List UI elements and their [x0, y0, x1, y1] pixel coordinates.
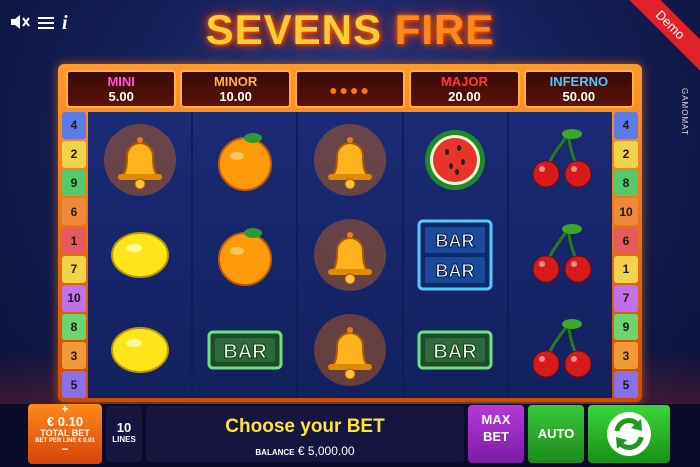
- balance: BALANCE € 5,000.00: [146, 444, 464, 458]
- jackpot-dots: ●●●●: [329, 82, 371, 98]
- svg-text:BAR: BAR: [436, 231, 475, 251]
- jackpot-name: MAJOR: [440, 74, 488, 89]
- max-bet-label-1: MAX: [481, 412, 511, 427]
- brand-label: GAMOMAT: [680, 88, 689, 136]
- bell-icon: [100, 120, 180, 200]
- payline-left-marker: 1: [62, 227, 86, 254]
- bar-icon: BAR: [205, 310, 285, 390]
- jackpot-bar: MINI 5.00 MINOR 10.00 ●●●● MAJOR 20.00 INFERNO 5…: [62, 70, 638, 108]
- payline-left-marker: 10: [62, 284, 86, 312]
- cherries-icon: [520, 215, 600, 295]
- jackpot-value: 5.00: [108, 89, 134, 104]
- max-bet-label-2: BET: [483, 429, 509, 444]
- payline-left-marker: 3: [62, 342, 86, 370]
- paylines-right: 4 2 8 10 6 1 7 9 3 5: [614, 112, 638, 398]
- jackpot-inferno: INFERNO 50.00: [523, 70, 635, 108]
- reel-4: BAR BAR BAR: [403, 112, 507, 398]
- jackpot-name: INFERNO: [549, 74, 609, 89]
- payline-right-marker: 2: [614, 140, 638, 168]
- orange-icon: [205, 215, 285, 295]
- jackpot-center: ●●●●: [294, 70, 406, 108]
- balance-label: BALANCE: [255, 448, 295, 457]
- payline-right-marker: 1: [614, 255, 638, 283]
- jackpot-value: 10.00: [219, 89, 252, 104]
- payline-left-marker: 5: [62, 371, 86, 398]
- payline-left-marker: 2: [62, 140, 86, 168]
- payline-left-marker: 7: [62, 255, 86, 283]
- refresh-arrows-icon: [607, 412, 651, 456]
- payline-left-marker: 8: [62, 313, 86, 341]
- jackpot-name: MINOR: [213, 74, 258, 89]
- payline-left-marker: 9: [62, 169, 86, 197]
- max-bet-button[interactable]: MAX BET: [468, 405, 524, 463]
- watermelon-icon: [415, 120, 495, 200]
- jackpot-name: MINI: [107, 74, 135, 89]
- bet-amount: € 0.10: [46, 414, 84, 429]
- payline-right-marker: 4: [614, 112, 638, 139]
- bar-icon: BAR: [415, 310, 495, 390]
- spin-button[interactable]: [588, 405, 670, 463]
- orange-icon: [205, 120, 285, 200]
- payline-left-marker: 4: [62, 112, 86, 139]
- choose-bet-message: Choose your BET: [225, 416, 385, 437]
- game-title: SEVENS FIRE: [205, 6, 495, 53]
- lemon-icon: [100, 215, 180, 295]
- jackpot-value: 20.00: [448, 89, 481, 104]
- reel-3: [298, 112, 402, 398]
- jackpot-value: 50.00: [562, 89, 596, 104]
- reel-2: BAR: [193, 112, 297, 398]
- reel-1: [88, 112, 192, 398]
- bet-minus-button[interactable]: −: [28, 443, 102, 455]
- auto-button[interactable]: AUTO: [528, 405, 584, 463]
- payline-right-marker: 5: [614, 371, 638, 398]
- bell-icon: [310, 215, 390, 295]
- svg-text:BAR: BAR: [436, 261, 475, 281]
- balance-value: € 5,000.00: [297, 444, 355, 458]
- double-bar-icon: BAR BAR: [415, 215, 495, 295]
- payline-right-marker: 3: [614, 342, 638, 370]
- cherries-icon: [520, 310, 600, 390]
- bell-icon: [310, 310, 390, 390]
- jackpot-mini: MINI 5.00: [66, 70, 177, 108]
- cherries-icon: [520, 120, 600, 200]
- jackpot-major: MAJOR 20.00: [409, 70, 520, 108]
- payline-right-marker: 7: [614, 284, 638, 312]
- svg-text:BAR: BAR: [223, 341, 267, 363]
- payline-right-marker: 8: [614, 169, 638, 197]
- payline-left-marker: 6: [62, 198, 86, 226]
- lines-value: 10: [116, 420, 132, 435]
- bell-icon: [310, 120, 390, 200]
- payline-right-marker: 10: [614, 198, 638, 226]
- reels: BAR BAR BAR BAR: [88, 112, 613, 398]
- lines-display: 10 LINES: [106, 406, 142, 462]
- message-panel: Choose your BET BALANCE € 5,000.00: [146, 406, 464, 462]
- paylines-left: 4 2 9 6 1 7 10 8 3 5: [62, 112, 86, 398]
- lines-label: LINES: [112, 435, 136, 444]
- reel-5: [508, 112, 613, 398]
- bet-label: TOTAL BET: [40, 428, 90, 438]
- svg-text:BAR: BAR: [434, 341, 478, 363]
- jackpot-minor: MINOR 10.00: [180, 70, 291, 108]
- payline-right-marker: 9: [614, 313, 638, 341]
- lemon-icon: [100, 310, 180, 390]
- payline-right-marker: 6: [614, 227, 638, 254]
- total-bet-control[interactable]: + € 0.10 TOTAL BET BET PER LINE € 0.01 −: [28, 403, 102, 464]
